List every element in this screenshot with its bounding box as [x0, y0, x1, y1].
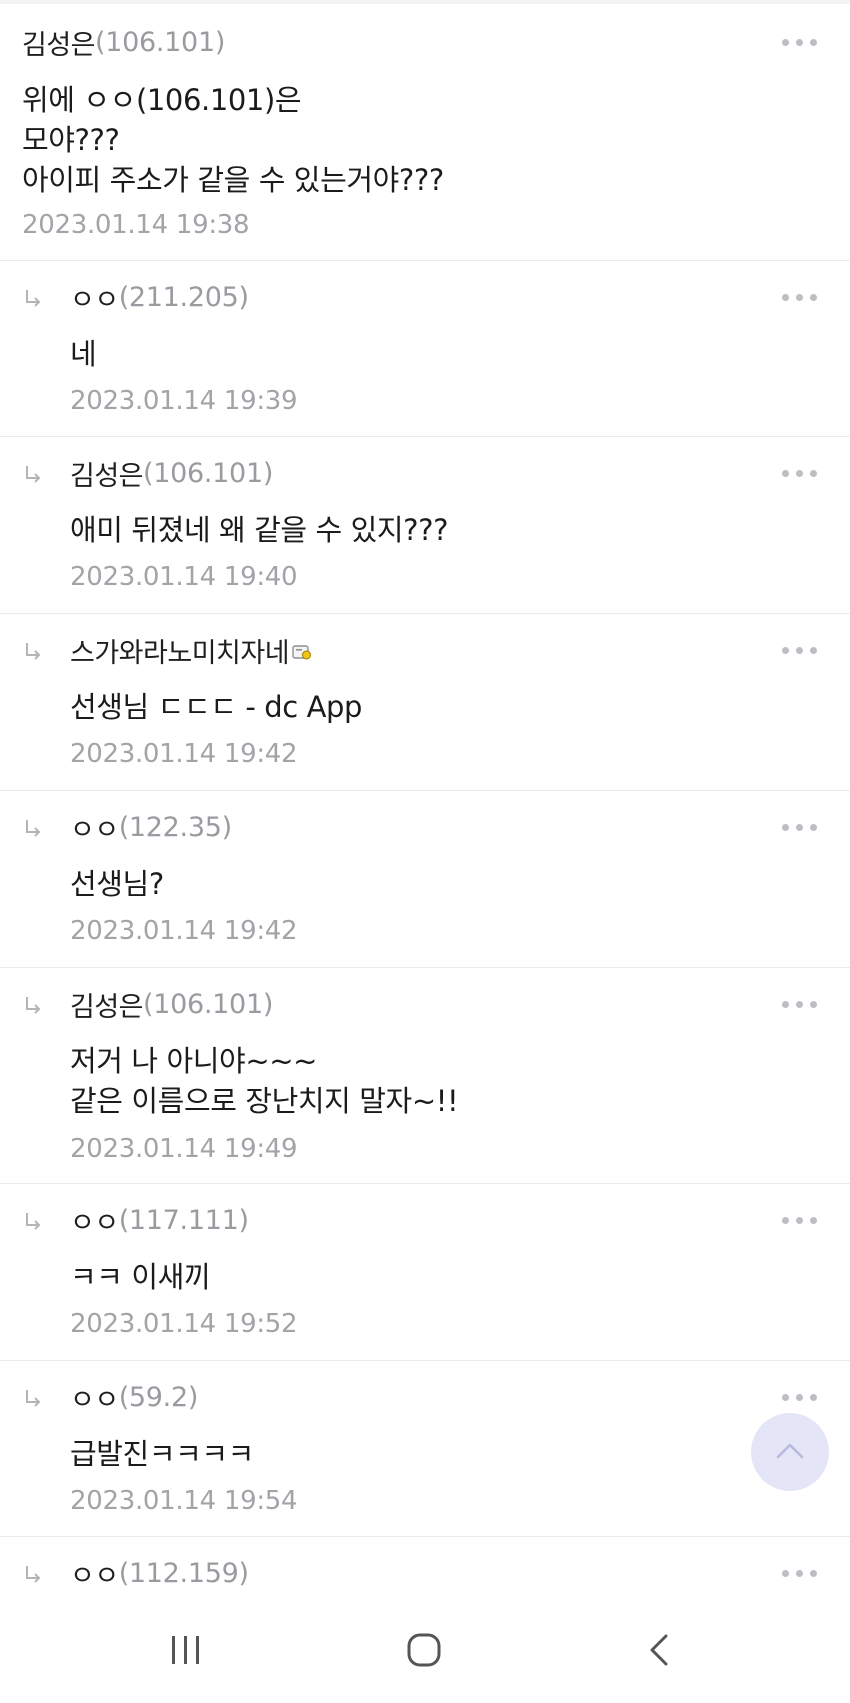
reply-arrow-icon [26, 290, 41, 307]
comment-line: 네 [70, 337, 97, 371]
comment-author[interactable]: ㅇㅇ [70, 278, 119, 317]
reply-arrow-icon [26, 1566, 41, 1583]
reply-arrow-icon [26, 1390, 41, 1407]
more-options-icon[interactable] [780, 1561, 820, 1585]
comment-body: ㅋㅋ 이새끼 [70, 1257, 730, 1297]
more-options-icon[interactable] [780, 638, 820, 662]
comment-body: 애미 뒤졌네 왜 같을 수 있지??? [70, 510, 730, 550]
reply-item: ㅇㅇ (117.111) ㅋㅋ 이새끼 2023.01.14 19:52 [0, 1184, 850, 1361]
comment-ip: (211.205) [118, 281, 249, 313]
comment-ip: (106.101) [95, 26, 226, 58]
back-icon [650, 1634, 668, 1666]
system-navigation-bar [0, 1610, 850, 1703]
reply-item: ㅇㅇ (112.159) [0, 1537, 850, 1610]
reply-item: 김성은 (106.101) 저거 나 아니야~~~ 같은 이름으로 장난치지 말… [0, 968, 850, 1184]
comment-author[interactable]: ㅇㅇ [70, 1378, 119, 1417]
comment-header: ㅇㅇ (122.35) [70, 807, 232, 847]
comment-time: 2023.01.14 19:39 [70, 386, 298, 416]
comment-body: 위에 ㅇㅇ(106.101)은 모야??? 아이피 주소가 같을 수 있는거야?… [22, 80, 730, 200]
chevron-up-icon [776, 1443, 804, 1459]
comment-body: 네 [70, 334, 730, 374]
comment-line: 선생님? [70, 867, 164, 901]
comment-time: 2023.01.14 19:40 [70, 562, 298, 592]
fixed-member-icon [292, 645, 312, 660]
reply-item: ㅇㅇ (211.205) 네 2023.01.14 19:39 [0, 261, 850, 437]
comment-body: 선생님? [70, 864, 730, 904]
comment-time: 2023.01.14 19:42 [70, 916, 298, 946]
comment-ip: (59.2) [118, 1381, 199, 1413]
comment-header: ㅇㅇ (112.159) [70, 1553, 249, 1593]
comment-author[interactable]: ㅇㅇ [70, 808, 119, 847]
comment-header: ㅇㅇ (117.111) [70, 1200, 249, 1240]
comment-line: 위에 ㅇㅇ(106.101)은 [22, 83, 302, 117]
comment-time: 2023.01.14 19:42 [70, 739, 298, 769]
comment-header: 김성은 (106.101) [70, 984, 273, 1024]
more-options-icon[interactable] [780, 285, 820, 309]
reply-item: 김성은 (106.101) 애미 뒤졌네 왜 같을 수 있지??? 2023.0… [0, 437, 850, 614]
comment-author[interactable]: 김성은 [22, 23, 96, 62]
comment-time: 2023.01.14 19:52 [70, 1309, 298, 1339]
more-options-icon[interactable] [780, 1208, 820, 1232]
recent-apps-icon [172, 1636, 199, 1664]
comment-line: 선생님 ㄷㄷㄷ - dc App [70, 690, 363, 724]
comment-author[interactable]: 김성은 [70, 454, 144, 493]
comment-line: 모야??? [22, 123, 120, 157]
comment-ip: (122.35) [118, 811, 232, 843]
comment-author[interactable]: ㅇㅇ [70, 1201, 119, 1240]
comment-ip: (106.101) [143, 457, 274, 489]
reply-arrow-icon [26, 1213, 41, 1230]
recent-apps-button[interactable] [126, 1610, 246, 1703]
comment-header: 김성은 (106.101) [70, 453, 273, 493]
comment-line: ㅋㅋ 이새끼 [70, 1260, 211, 1294]
reply-item: ㅇㅇ (59.2) 급발진ㅋㅋㅋㅋ 2023.01.14 19:54 [0, 1361, 850, 1537]
reply-arrow-icon [26, 997, 41, 1014]
more-options-icon[interactable] [780, 461, 820, 485]
home-button[interactable] [364, 1610, 484, 1703]
comment-line: 같은 이름으로 장난치지 말자~!! [70, 1084, 459, 1118]
reply-item: ㅇㅇ (122.35) 선생님? 2023.01.14 19:42 [0, 791, 850, 968]
more-options-icon[interactable] [780, 30, 820, 54]
comment-line: 급발진ㅋㅋㅋㅋ [70, 1437, 254, 1471]
comment-author[interactable]: 스가와라노미치자네 [70, 631, 290, 670]
home-icon [407, 1633, 441, 1667]
comment-line: 애미 뒤졌네 왜 같을 수 있지??? [70, 513, 449, 547]
comment-time: 2023.01.14 19:49 [70, 1134, 298, 1164]
comment-header: ㅇㅇ (59.2) [70, 1377, 198, 1417]
more-options-icon[interactable] [780, 1385, 820, 1409]
more-options-icon[interactable] [780, 992, 820, 1016]
comment-ip: (106.101) [143, 988, 274, 1020]
comment-body: 급발진ㅋㅋㅋㅋ [70, 1434, 730, 1474]
back-button[interactable] [600, 1610, 720, 1703]
comment-body: 선생님 ㄷㄷㄷ - dc App [70, 687, 730, 727]
comment-ip: (112.159) [118, 1557, 249, 1589]
more-options-icon[interactable] [780, 815, 820, 839]
comment-list-screen: 김성은 (106.101) 위에 ㅇㅇ(106.101)은 모야??? 아이피 … [0, 0, 850, 1703]
comment-author[interactable]: ㅇㅇ [70, 1554, 119, 1593]
reply-arrow-icon [26, 643, 41, 660]
comment-header: ㅇㅇ (211.205) [70, 277, 249, 317]
comment-author[interactable]: 김성은 [70, 985, 144, 1024]
comment-header: 김성은 (106.101) [22, 22, 225, 62]
comment-item: 김성은 (106.101) 위에 ㅇㅇ(106.101)은 모야??? 아이피 … [0, 4, 850, 261]
reply-arrow-icon [26, 820, 41, 837]
comment-line: 아이피 주소가 같을 수 있는거야??? [22, 163, 444, 197]
comment-time: 2023.01.14 19:38 [22, 210, 250, 240]
comment-ip: (117.111) [118, 1204, 249, 1236]
comment-header: 스가와라노미치자네 [70, 630, 312, 670]
comment-body: 저거 나 아니야~~~ 같은 이름으로 장난치지 말자~!! [70, 1041, 730, 1121]
reply-arrow-icon [26, 466, 41, 483]
comment-line: 저거 나 아니야~~~ [70, 1044, 318, 1078]
reply-item: 스가와라노미치자네 선생님 ㄷㄷㄷ - dc App 2023.01.14 19… [0, 614, 850, 791]
scroll-top-button[interactable] [751, 1413, 829, 1491]
comment-time: 2023.01.14 19:54 [70, 1486, 298, 1516]
